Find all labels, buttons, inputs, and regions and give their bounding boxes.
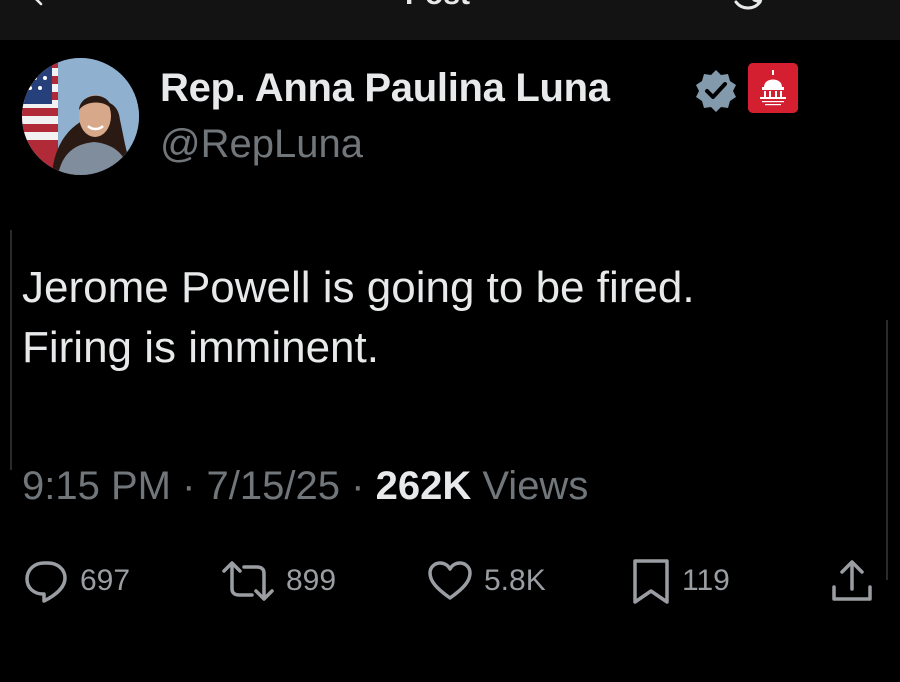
author-display-name[interactable]: Rep. Anna Paulina Luna: [160, 66, 610, 111]
views-count: 262K: [375, 464, 472, 508]
tweet-text-line: Firing is imminent.: [22, 323, 379, 372]
author-handle[interactable]: @RepLuna: [160, 122, 363, 167]
verified-badge-icon[interactable]: [694, 68, 738, 112]
reply-count: 697: [80, 564, 131, 597]
speech-bubble-icon: [25, 561, 67, 603]
heart-icon: [428, 561, 472, 600]
tweet-metadata: 9:15 PM · 7/15/25 · 262K Views: [22, 464, 588, 509]
arrow-left-icon[interactable]: [30, 0, 52, 8]
author-avatar[interactable]: [22, 58, 139, 175]
reply-settings-icon[interactable]: [728, 0, 776, 12]
like-button[interactable]: 5.8K: [426, 556, 546, 606]
repost-arrows-icon: [222, 561, 274, 601]
tweet-date[interactable]: 7/15/25: [207, 464, 340, 508]
views-label: Views: [482, 464, 589, 508]
bookmark-icon: [633, 559, 669, 604]
bookmark-button[interactable]: 119: [630, 556, 730, 606]
tweet-text-line: Jerome Powell is going to be fired.: [22, 263, 695, 312]
share-upload-icon: [832, 560, 872, 601]
reply-button[interactable]: 697: [22, 556, 130, 606]
tweet-action-bar: 697 899 5.8K 119: [0, 556, 900, 606]
like-count: 5.8K: [484, 564, 546, 597]
scroll-edge-shadow: [10, 230, 12, 470]
capitol-dome-icon: [748, 63, 798, 113]
house-gop-affiliate-badge[interactable]: [748, 63, 798, 113]
repost-button[interactable]: 899: [220, 556, 336, 606]
avatar-portrait-image: [22, 58, 139, 175]
scroll-edge-shadow: [886, 320, 888, 580]
tweet-time: 9:15 PM: [22, 464, 171, 508]
share-button[interactable]: [828, 556, 876, 606]
repost-count: 899: [286, 564, 337, 597]
meta-separator: ·: [182, 464, 196, 508]
page-title: Post: [405, 0, 470, 12]
meta-separator: ·: [351, 464, 365, 508]
tweet-body: Jerome Powell is going to be fired. Firi…: [22, 258, 882, 378]
bookmark-count: 119: [682, 564, 730, 597]
top-navigation-bar: Post: [0, 0, 900, 40]
